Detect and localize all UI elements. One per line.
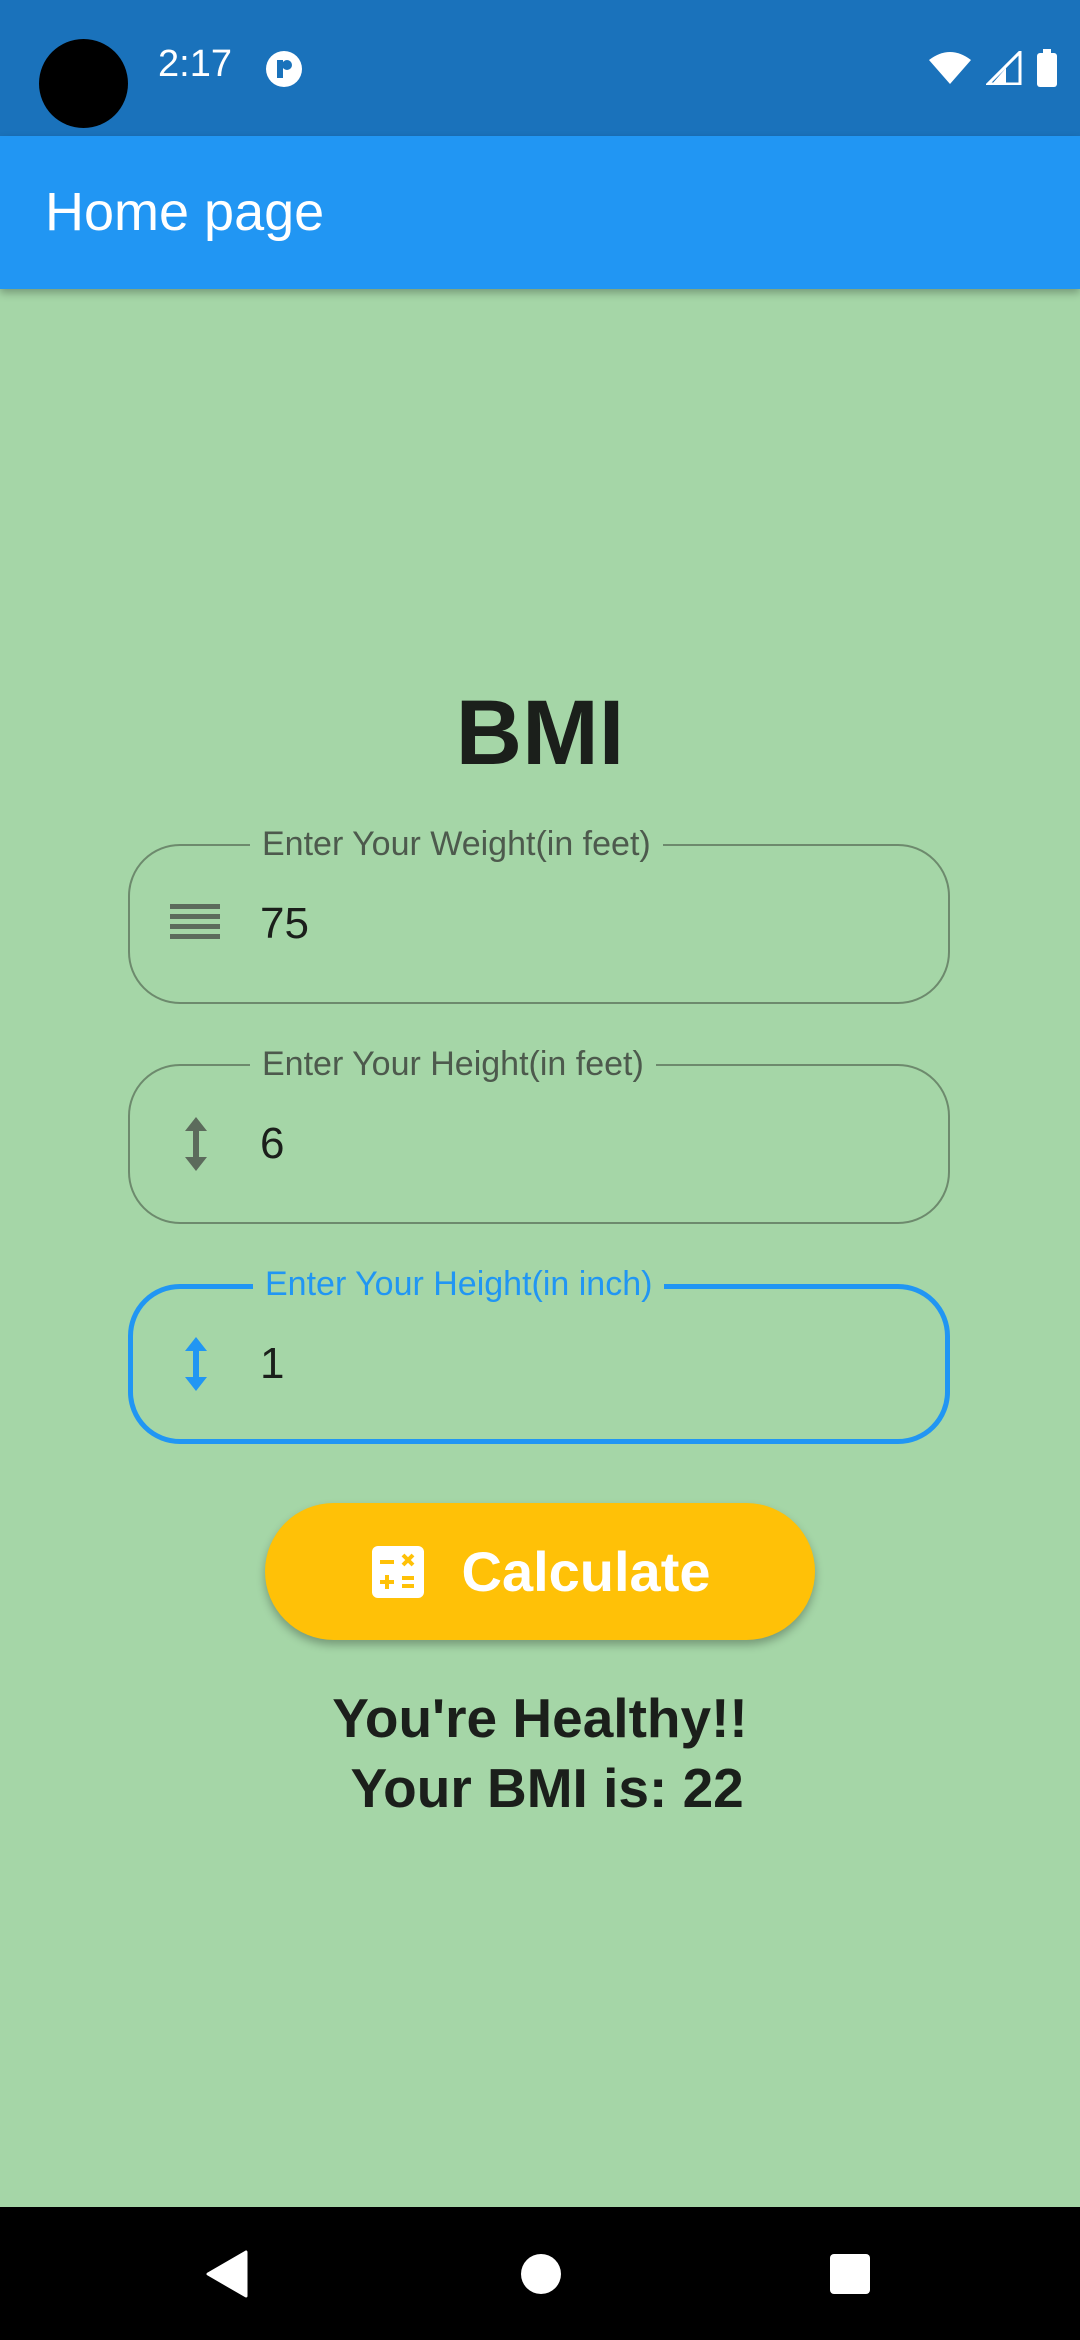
- height-arrows-icon: [185, 1337, 207, 1391]
- height-arrows-icon: [185, 1117, 207, 1171]
- result-value: Your BMI is: 22: [336, 1757, 744, 1819]
- calculate-button-label: Calculate: [461, 1540, 711, 1603]
- home-circle-icon: [521, 2253, 561, 2294]
- nav-back-button[interactable]: [166, 2207, 286, 2340]
- app-bar-title: Home page: [45, 182, 325, 242]
- navigation-bar: [0, 2207, 1080, 2340]
- back-triangle-icon: [206, 2250, 248, 2297]
- height-inch-field[interactable]: Enter Your Height(in inch): [128, 1264, 950, 1444]
- status-time: 2:17: [158, 43, 232, 85]
- weight-field-label: Enter Your Weight(in feet): [250, 824, 663, 864]
- weight-lines-icon: [170, 904, 220, 939]
- status-icons: [928, 46, 1058, 90]
- weight-field[interactable]: Enter Your Weight(in feet): [128, 824, 950, 1004]
- height-inch-input[interactable]: [260, 1339, 880, 1389]
- cellular-signal-icon: [986, 51, 1022, 85]
- nav-home-button[interactable]: [481, 2207, 601, 2340]
- result-status: You're Healthy!!: [332, 1687, 748, 1749]
- recents-square-icon: [830, 2253, 870, 2294]
- bmi-result: You're Healthy!! Your BMI is: 22: [0, 1683, 1080, 1823]
- height-feet-field-label: Enter Your Height(in feet): [250, 1044, 656, 1084]
- page-title: BMI: [455, 682, 625, 784]
- app-notification-icon: [266, 51, 302, 87]
- calculate-button[interactable]: Calculate: [265, 1503, 815, 1640]
- weight-input[interactable]: [260, 899, 880, 949]
- battery-icon: [1037, 49, 1057, 87]
- camera-cutout: [39, 39, 128, 128]
- height-feet-input[interactable]: [260, 1119, 880, 1169]
- status-bar: 2:17: [0, 0, 1080, 136]
- height-feet-field[interactable]: Enter Your Height(in feet): [128, 1044, 950, 1224]
- calculator-icon: [371, 1545, 424, 1598]
- wifi-icon: [929, 52, 971, 84]
- app-bar: Home page: [0, 136, 1080, 289]
- nav-recents-button[interactable]: [790, 2207, 910, 2340]
- height-inch-field-label: Enter Your Height(in inch): [253, 1264, 665, 1304]
- screen: 2:17 Home page BMI Enter Your Weight(in …: [0, 0, 1080, 2340]
